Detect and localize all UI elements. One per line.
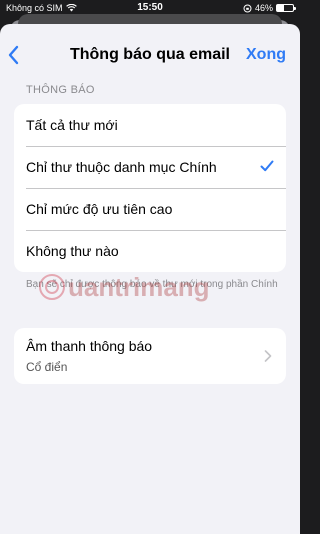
battery-icon bbox=[276, 4, 296, 12]
notification-footer-note: Bạn sẽ chỉ được thông báo về thư mới tro… bbox=[26, 279, 278, 290]
option-label: Chỉ thư thuộc danh mục Chính bbox=[26, 159, 217, 175]
option-none[interactable]: Không thư nào bbox=[14, 230, 286, 272]
notification-sound-row[interactable]: Âm thanh thông báo Cổ điển bbox=[14, 328, 286, 384]
option-all-new-mail[interactable]: Tất cả thư mới bbox=[14, 104, 286, 146]
section-header-notifications: THÔNG BÁO bbox=[26, 84, 95, 96]
option-high-priority-only[interactable]: Chỉ mức độ ưu tiên cao bbox=[14, 188, 286, 230]
navigation-bar: Thông báo qua email Xong bbox=[0, 24, 300, 84]
option-label: Không thư nào bbox=[26, 243, 119, 259]
sound-value: Cổ điển bbox=[26, 360, 68, 374]
notification-options-list: Tất cả thư mới Chỉ thư thuộc danh mục Ch… bbox=[14, 104, 286, 272]
battery-fill bbox=[277, 5, 285, 11]
option-label: Tất cả thư mới bbox=[26, 117, 118, 133]
checkmark-icon bbox=[260, 160, 274, 172]
sound-title: Âm thanh thông báo bbox=[26, 338, 153, 354]
sound-settings-list: Âm thanh thông báo Cổ điển bbox=[14, 328, 286, 384]
lock-rotation-icon bbox=[243, 4, 252, 12]
option-label: Chỉ mức độ ưu tiên cao bbox=[26, 201, 173, 217]
chevron-right-icon bbox=[264, 350, 272, 362]
option-primary-only[interactable]: Chỉ thư thuộc danh mục Chính bbox=[14, 146, 286, 188]
battery-percent: 46% bbox=[254, 3, 273, 13]
status-right: 46% bbox=[243, 3, 296, 13]
done-button[interactable]: Xong bbox=[246, 46, 286, 64]
